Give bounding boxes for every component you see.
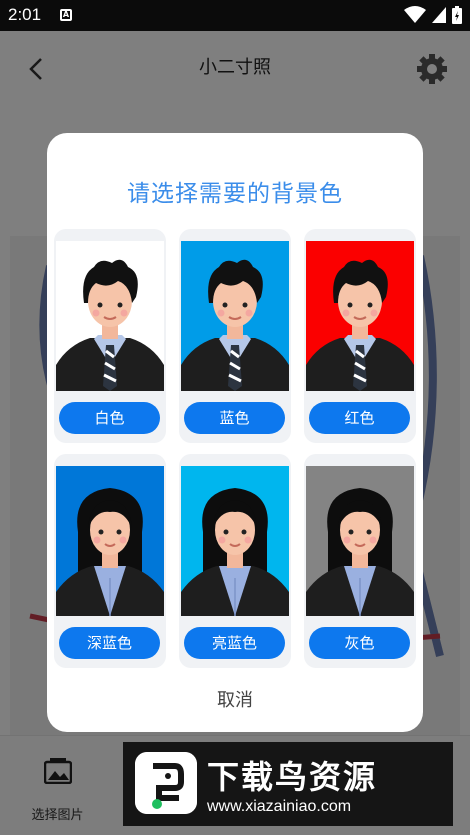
portrait-preview — [56, 241, 164, 391]
watermark-url: www.xiazainiao.com — [207, 798, 352, 815]
option-light-blue[interactable]: 亮蓝色 — [179, 454, 291, 668]
dark-blue-button[interactable]: 深蓝色 — [59, 627, 160, 659]
female-portrait-image — [56, 466, 164, 616]
background-color-dialog: 请选择需要的背景色 白色 蓝色 红色 深蓝色 亮蓝色 灰色 取消 — [47, 133, 423, 732]
bird-logo-icon — [135, 752, 197, 814]
watermark-title: 下载鸟资源 — [207, 758, 378, 796]
male-portrait-image — [306, 241, 414, 391]
dialog-title: 请选择需要的背景色 — [127, 181, 343, 207]
blue-button[interactable]: 蓝色 — [184, 402, 285, 434]
portrait-preview — [181, 241, 289, 391]
portrait-preview — [306, 241, 414, 391]
cancel-button[interactable]: 取消 — [47, 686, 423, 712]
status-icons — [404, 6, 462, 24]
gray-button[interactable]: 灰色 — [309, 627, 410, 659]
portrait-preview — [306, 466, 414, 616]
status-time: 2:01 — [8, 5, 42, 24]
male-portrait-image — [56, 241, 164, 391]
red-button[interactable]: 红色 — [309, 402, 410, 434]
status-bar: 2:01 A — [0, 0, 470, 31]
female-portrait-image — [306, 466, 414, 616]
notification-icon: A — [60, 9, 72, 21]
option-red[interactable]: 红色 — [304, 229, 416, 443]
light-blue-button[interactable]: 亮蓝色 — [184, 627, 285, 659]
option-white[interactable]: 白色 — [54, 229, 166, 443]
female-portrait-image — [181, 466, 289, 616]
battery-icon — [452, 6, 462, 24]
portrait-preview — [181, 466, 289, 616]
white-button[interactable]: 白色 — [59, 402, 160, 434]
portrait-preview — [56, 466, 164, 616]
wifi-icon — [404, 6, 426, 23]
option-gray[interactable]: 灰色 — [304, 454, 416, 668]
option-dark-blue[interactable]: 深蓝色 — [54, 454, 166, 668]
cell-signal-icon — [432, 7, 446, 23]
option-blue[interactable]: 蓝色 — [179, 229, 291, 443]
male-portrait-image — [181, 241, 289, 391]
watermark-banner: 下载鸟资源 www.xiazainiao.com — [123, 742, 453, 826]
